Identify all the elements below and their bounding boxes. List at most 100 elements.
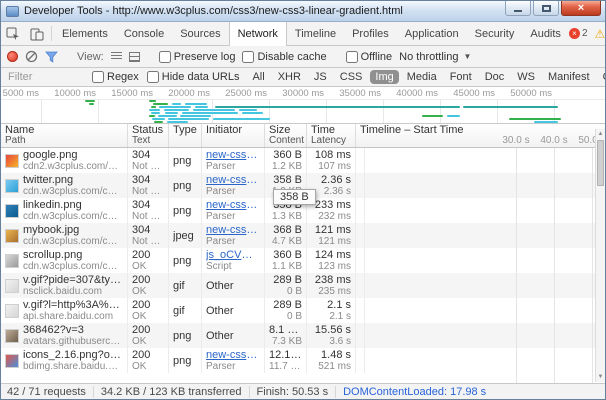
initiator-link[interactable]: new-css3-linear... — [206, 199, 260, 211]
column-header-size[interactable]: Size Content — [265, 124, 307, 147]
panel-tabbar: ElementsConsoleSourcesNetworkTimelinePro… — [1, 22, 605, 46]
overview-bar — [149, 115, 155, 117]
initiator-link[interactable]: new-css3-linear... — [206, 149, 260, 161]
content-value: 4.7 KB — [269, 236, 302, 247]
request-row[interactable]: 368462?v=3avatars.githubusercontent...20… — [1, 323, 605, 348]
status-cell: 304Not Mo... — [128, 173, 169, 198]
minimize-button[interactable] — [505, 1, 531, 16]
view-large-icon[interactable] — [129, 52, 140, 62]
filter-input[interactable] — [6, 70, 84, 84]
tab-profiles[interactable]: Profiles — [344, 22, 397, 45]
time-cell: 15.56 s3.6 s — [307, 323, 356, 348]
tab-timeline[interactable]: Timeline — [287, 22, 344, 45]
time-value: 2.36 s — [311, 174, 351, 186]
name-cell: scrollup.pngcdn.w3cplus.com/cdn/farfu... — [1, 248, 128, 273]
request-row[interactable]: scrollup.pngcdn.w3cplus.com/cdn/farfu...… — [1, 248, 605, 273]
filter-type-media[interactable]: Media — [402, 70, 442, 84]
initiator-link[interactable]: new-css3-linear... — [206, 224, 260, 236]
throttling-value: No throttling — [399, 51, 458, 63]
status-bar: 42 / 71 requests 34.2 KB / 123 KB transf… — [1, 383, 605, 399]
error-count: 2 — [582, 28, 588, 39]
column-header-initiator[interactable]: Initiator — [202, 124, 265, 147]
tab-console[interactable]: Console — [116, 22, 172, 45]
column-header-time[interactable]: Time Latency — [307, 124, 356, 147]
initiator-link[interactable]: new-css3-linear... — [206, 349, 260, 361]
initiator-other: Other — [206, 330, 260, 342]
latency-value: 123 ms — [311, 261, 351, 272]
filter-type-all[interactable]: All — [247, 70, 269, 84]
scrollbar-thumb[interactable] — [597, 140, 604, 186]
throttling-select[interactable]: No throttling ▼ — [399, 51, 471, 63]
record-button[interactable] — [7, 51, 18, 62]
size-cell: 368 B4.7 KB — [265, 223, 307, 248]
view-label: View: — [77, 51, 104, 63]
warning-badge[interactable]: ⚠ 2 — [595, 28, 606, 40]
filter-icon[interactable] — [45, 51, 58, 63]
clear-icon[interactable] — [25, 50, 38, 63]
tab-elements[interactable]: Elements — [54, 22, 116, 45]
latency-value: 232 ms — [311, 211, 351, 222]
size-cell: 12.1 KB11.7 KB — [265, 348, 307, 373]
inspect-element-button[interactable] — [1, 22, 25, 45]
offline-input[interactable] — [346, 51, 358, 63]
column-header-type[interactable]: Type — [169, 124, 202, 147]
timeline-cell — [356, 323, 365, 348]
filter-type-font[interactable]: Font — [445, 70, 477, 84]
disable-cache-input[interactable] — [242, 51, 254, 63]
device-toolbar-button[interactable] — [25, 22, 49, 45]
request-name: 368462?v=3 — [23, 324, 123, 336]
status-text: Not Mo... — [132, 211, 164, 222]
filter-type-xhr[interactable]: XHR — [273, 70, 306, 84]
timeline-header-cell[interactable]: Timeline – Start Time 30.0 s40.0 s50.0 s — [356, 124, 605, 147]
transferred-summary: 34.2 KB / 123 KB transferred — [94, 386, 250, 398]
initiator-kind: Script — [206, 261, 260, 272]
view-list-icon[interactable] — [111, 52, 122, 61]
tab-sources[interactable]: Sources — [172, 22, 228, 45]
status-code: 304 — [132, 174, 164, 186]
column-header-name[interactable]: Name Path — [1, 124, 128, 147]
offline-checkbox[interactable]: Offline — [346, 51, 393, 63]
disable-cache-checkbox[interactable]: Disable cache — [242, 51, 326, 63]
initiator-link[interactable]: new-css3-linear... — [206, 174, 260, 186]
name-cell: 368462?v=3avatars.githubusercontent... — [1, 323, 128, 348]
status-cell: 200OK — [128, 248, 169, 273]
request-row[interactable]: v.gif?pide=307&type=3071...nsclick.baidu… — [1, 273, 605, 298]
request-row[interactable]: mybook.jpgcdn.w3cplus.com/cdn/farf...304… — [1, 223, 605, 248]
tab-audits[interactable]: Audits — [522, 22, 569, 45]
table-scrollbar[interactable]: ▲ ▼ — [595, 129, 605, 382]
hide-data-urls-label: Hide data URLs — [162, 71, 240, 83]
tab-application[interactable]: Application — [397, 22, 467, 45]
filter-type-manifest[interactable]: Manifest — [543, 70, 595, 84]
type-cell: png — [169, 148, 202, 173]
overview[interactable]: 5000 ms10000 ms15000 ms20000 ms25000 ms3… — [1, 87, 605, 124]
timeline-tick-label: 30.0 s — [500, 135, 532, 146]
tab-network[interactable]: Network — [229, 22, 287, 46]
preserve-log-checkbox[interactable]: Preserve log — [159, 51, 236, 63]
filter-type-other[interactable]: Other — [598, 70, 606, 84]
tab-security[interactable]: Security — [467, 22, 523, 45]
initiator-cell: new-css3-linear...Parser — [202, 148, 265, 173]
error-icon: × — [569, 28, 580, 39]
close-button[interactable]: × — [561, 1, 601, 16]
maximize-button[interactable] — [533, 1, 559, 16]
request-row[interactable]: icons_2.16.png?og=8150896...bdimg.share.… — [1, 348, 605, 373]
scroll-down-button[interactable]: ▼ — [596, 372, 605, 382]
hide-data-urls-input[interactable] — [147, 71, 159, 83]
timeline-cell — [356, 198, 365, 223]
request-row[interactable]: v.gif?l=http%3A%2F%2Fw...api.share.baidu… — [1, 298, 605, 323]
filter-type-doc[interactable]: Doc — [480, 70, 510, 84]
error-badge[interactable]: × 2 — [569, 28, 588, 39]
initiator-link[interactable]: js_oCVMDTeS... — [206, 249, 260, 261]
filter-type-ws[interactable]: WS — [512, 70, 540, 84]
regex-checkbox[interactable]: Regex — [92, 71, 139, 83]
regex-input[interactable] — [92, 71, 104, 83]
filter-type-js[interactable]: JS — [309, 70, 332, 84]
filter-type-css[interactable]: CSS — [335, 70, 368, 84]
request-row[interactable]: google.pngcdn2.w3cplus.com/cdn/farf...30… — [1, 148, 605, 173]
preserve-log-input[interactable] — [159, 51, 171, 63]
filter-type-img[interactable]: Img — [370, 70, 398, 84]
grid-header: Name Path Status Text Type Initiator Siz… — [1, 124, 605, 148]
scroll-up-button[interactable]: ▲ — [596, 129, 605, 139]
column-header-status[interactable]: Status Text — [128, 124, 169, 147]
hide-data-urls-checkbox[interactable]: Hide data URLs — [147, 71, 240, 83]
